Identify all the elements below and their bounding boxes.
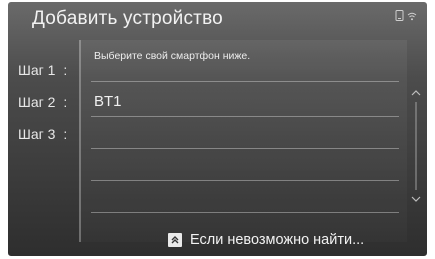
scrollbar[interactable]: [410, 42, 422, 242]
step-label: Шаг 1: [18, 62, 56, 78]
step-1: Шаг 1:: [18, 62, 67, 78]
scroll-track[interactable]: [415, 102, 417, 190]
cannot-find-button-label: Если невозможно найти...: [190, 232, 365, 248]
device-add-screen: Добавить устройство Шаг 1: Шаг 2: Шаг 3:: [8, 2, 427, 256]
scroll-up-chevron-icon[interactable]: [410, 86, 422, 98]
page-title: Добавить устройство: [32, 8, 223, 29]
list-divider: [91, 148, 399, 149]
step-colon: :: [63, 126, 68, 142]
step-colon: :: [63, 62, 68, 78]
list-divider: [91, 180, 399, 181]
cannot-find-button[interactable]: Если невозможно найти...: [168, 232, 364, 248]
scroll-down-chevron-icon[interactable]: [410, 192, 422, 204]
wifi-signal-icon: [407, 11, 417, 21]
list-divider: [91, 81, 399, 82]
list-divider: [91, 116, 399, 117]
phone-status-icon: [395, 10, 404, 21]
double-chevron-up-icon: [168, 233, 182, 247]
step-label: Шаг 3: [18, 126, 56, 142]
step-3: Шаг 3:: [18, 126, 67, 142]
step-2: Шаг 2:: [18, 94, 67, 110]
instruction-text: Выберите свой смартфон ниже.: [94, 50, 251, 62]
device-list-item-bt1[interactable]: BT1: [81, 85, 395, 117]
device-name: BT1: [94, 93, 122, 110]
device-list-panel: Выберите свой смартфон ниже. BT1: [79, 40, 407, 242]
step-colon: :: [63, 94, 68, 110]
list-divider: [91, 212, 399, 213]
step-label: Шаг 2: [18, 94, 56, 110]
status-icons: [395, 10, 417, 21]
